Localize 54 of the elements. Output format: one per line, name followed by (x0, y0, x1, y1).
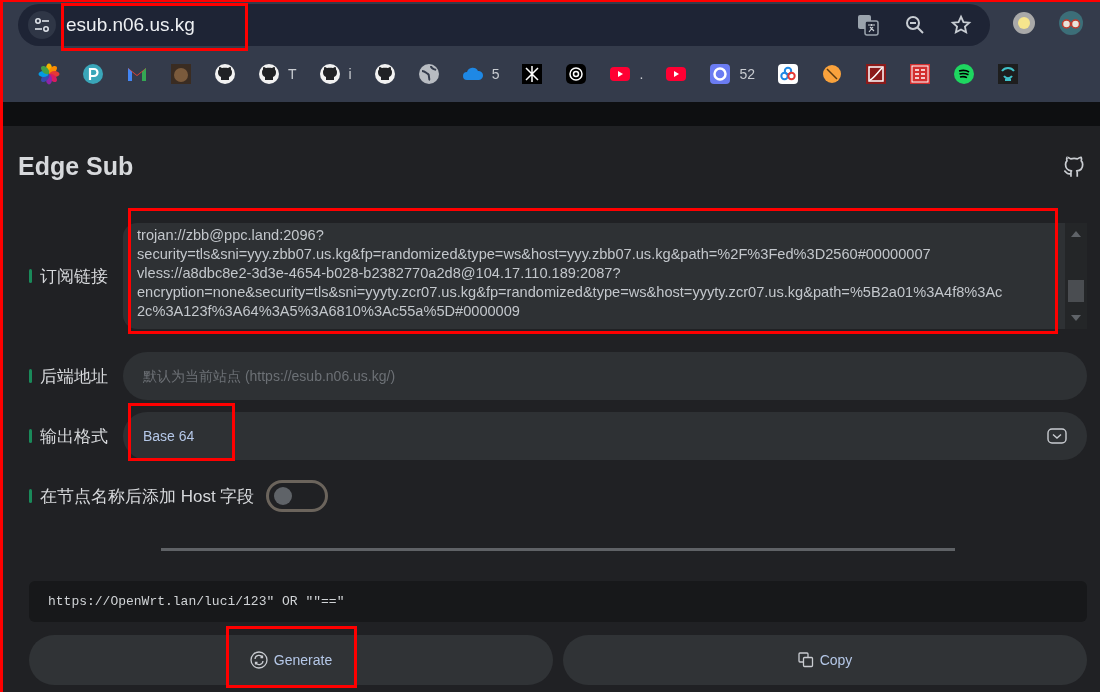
scrollbar[interactable] (1065, 223, 1087, 329)
github-icon[interactable] (1061, 153, 1087, 179)
bookmark-icon (864, 63, 887, 85)
field-label: 订阅链接 (40, 265, 108, 288)
bookmark-item[interactable]: 52 (698, 59, 766, 89)
github-icon (318, 63, 341, 85)
bookmark-icon (521, 63, 544, 85)
link-text-line: trojan://zbb@ppc.land:2096? (137, 226, 325, 245)
avatar-icon[interactable] (1058, 10, 1084, 36)
zoom-out-icon[interactable] (904, 14, 926, 36)
refresh-icon (249, 651, 268, 669)
bookmark-icon (820, 63, 843, 85)
copy-button[interactable]: Copy (563, 635, 1087, 685)
bookmark-icon (709, 63, 732, 85)
github-icon (214, 63, 236, 85)
toggle-label: 在节点名称后添加 Host 字段 (40, 485, 255, 508)
backend-url-field[interactable]: 默认为当前站点 (https://esub.n06.us.kg/) (123, 352, 1087, 400)
scroll-up-icon[interactable] (1071, 231, 1081, 237)
scrollbar-thumb[interactable] (1068, 280, 1084, 302)
generate-button[interactable]: Generate (29, 635, 553, 685)
app-title: Edge Sub (18, 151, 134, 181)
format-select[interactable]: Base 64 (123, 412, 1087, 460)
bookmark-icon (908, 63, 931, 85)
translate-icon[interactable] (856, 13, 880, 37)
link-text-line: security=tls&sni=yyy.zbb07.us.kg&fp=randomized&type=ws&host=yyy.zbb07.us.kg&path=%2F%3Fed%3D2560#00000007 (137, 245, 932, 264)
bookmark-icon (565, 63, 588, 85)
bookmark-icon (996, 63, 1019, 85)
address-text: esub.n06.us.kg (66, 14, 195, 36)
field-label: 后端地址 (40, 365, 108, 388)
copy-icon (797, 652, 814, 668)
bookmark-item[interactable]: . (598, 59, 655, 89)
github-icon (258, 63, 280, 85)
bookmark-icon (776, 63, 799, 85)
bookmark-item[interactable]: 5 (450, 59, 511, 89)
address-bar[interactable]: esub.n06.us.kg (18, 4, 990, 46)
site-settings-icon[interactable] (28, 11, 56, 39)
subscription-textarea[interactable] (123, 223, 1087, 329)
bookmark-icon (952, 63, 975, 85)
bookmark-item[interactable]: T (247, 59, 308, 89)
link-text-line: 2c%3A123f%3A64%3A5%3A6810%3Ac55a%5D#0000009 (137, 302, 521, 321)
link-text-line: encryption=none&security=tls&sni=yyyty.zcr07.us.kg&fp=randomized&type=ws&host=yyyty.zcr07.us.kg&path=%5B2a01%3A4f8%3Ac (137, 283, 1004, 302)
extension-icon[interactable] (1012, 11, 1036, 35)
link-text-line: vless://a8dbc8e2-3d3e-4654-b028-b2382770a2d8@104.17.110.189:2087? (137, 264, 622, 283)
scroll-down-icon[interactable] (1071, 315, 1081, 321)
bookmark-icon (38, 63, 60, 85)
field-label: 输出格式 (40, 425, 108, 448)
github-icon (373, 63, 396, 85)
star-icon[interactable] (950, 14, 972, 36)
host-toggle[interactable] (266, 480, 329, 512)
bookmark-icon (170, 63, 192, 85)
globe-icon (417, 63, 440, 85)
bookmark-item[interactable]: i (307, 59, 363, 89)
dropdown-icon (1047, 428, 1067, 444)
bookmark-icon (82, 63, 104, 85)
